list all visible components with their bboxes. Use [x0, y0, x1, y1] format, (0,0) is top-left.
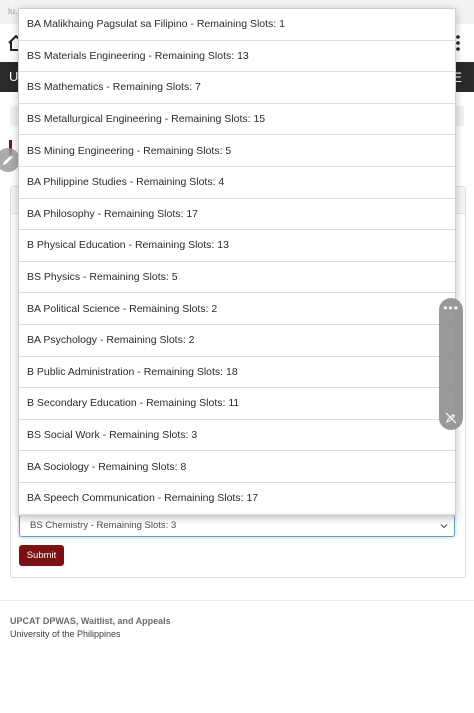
dropdown-option[interactable]: BA Psychology - Remaining Slots: 2 [19, 325, 455, 357]
dropdown-option[interactable]: B Physical Education - Remaining Slots: … [19, 230, 455, 262]
footer-divider [0, 600, 474, 601]
program-select-value: BS Chemistry - Remaining Slots: 3 [30, 520, 177, 531]
page: lu... Ul E BS Chemistry - Remaining Slot… [0, 0, 474, 713]
program-dropdown-list[interactable]: BA Malikhaing Pagsulat sa Filipino - Rem… [18, 8, 456, 516]
dropdown-option[interactable]: BS Mining Engineering - Remaining Slots:… [19, 135, 455, 167]
program-select[interactable]: BS Chemistry - Remaining Slots: 3 [19, 515, 455, 537]
dropdown-option[interactable]: BS Physics - Remaining Slots: 5 [19, 262, 455, 294]
pen-off-icon[interactable] [445, 412, 457, 424]
dropdown-option[interactable]: BA Malikhaing Pagsulat sa Filipino - Rem… [19, 9, 455, 41]
dropdown-option[interactable]: BS Social Work - Remaining Slots: 3 [19, 420, 455, 452]
dropdown-option[interactable]: BA Political Science - Remaining Slots: … [19, 293, 455, 325]
floating-edit-button[interactable] [0, 148, 20, 172]
dropdown-option[interactable]: B Secondary Education - Remaining Slots:… [19, 388, 455, 420]
dropdown-option[interactable]: BS Mathematics - Remaining Slots: 7 [19, 72, 455, 104]
dropdown-option[interactable]: BA Sociology - Remaining Slots: 8 [19, 451, 455, 483]
dropdown-option[interactable]: BS Materials Engineering - Remaining Slo… [19, 41, 455, 73]
more-horizontal-icon[interactable]: ••• [439, 302, 463, 314]
dropdown-option[interactable]: BA Speech Communication - Remaining Slot… [19, 483, 455, 515]
dropdown-option[interactable]: BA Philippine Studies - Remaining Slots:… [19, 167, 455, 199]
footer-title: UPCAT DPWAS, Waitlist, and Appeals [10, 616, 171, 626]
dropdown-option[interactable]: B Public Administration - Remaining Slot… [19, 357, 455, 389]
chevron-down-icon [440, 524, 448, 529]
dropdown-option[interactable]: BS Metallurgical Engineering - Remaining… [19, 104, 455, 136]
dropdown-option[interactable]: BA Philosophy - Remaining Slots: 17 [19, 199, 455, 231]
footer-subtitle: University of the Philippines [10, 629, 121, 639]
pencil-icon [3, 155, 13, 165]
floating-side-toolbar[interactable]: ••• [439, 298, 463, 430]
submit-button[interactable]: Submit [19, 545, 64, 566]
